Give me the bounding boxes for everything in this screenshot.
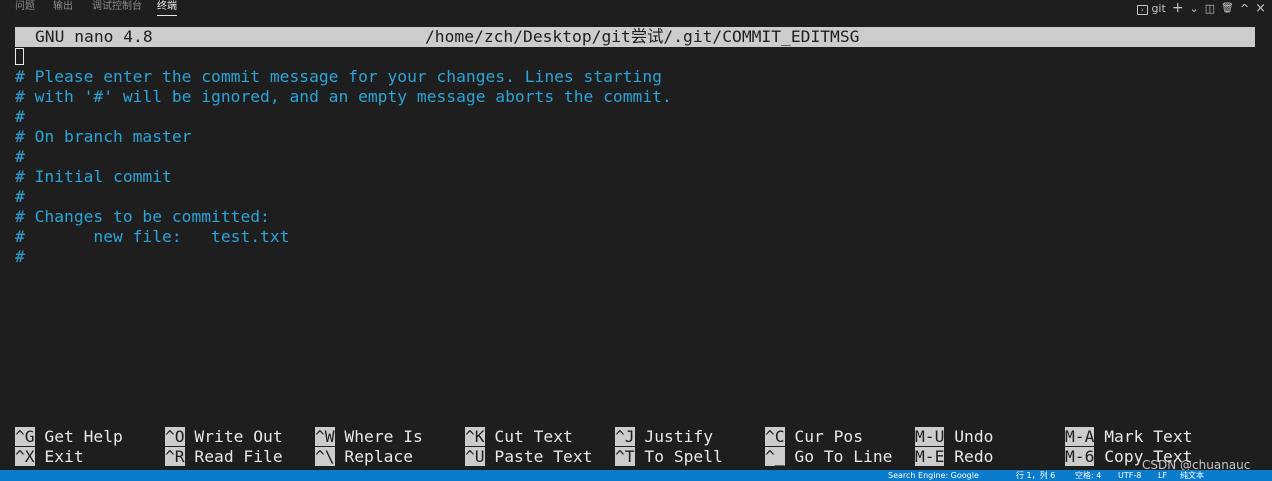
buffer-line: # On branch master bbox=[15, 127, 192, 146]
shortcut-label: Mark Text bbox=[1104, 427, 1193, 446]
shortcut-label: Undo bbox=[954, 427, 994, 446]
shortcut-label: Exit bbox=[44, 447, 84, 466]
shortcut-label: Redo bbox=[954, 447, 994, 466]
shortcut-to-spell: ^T To Spell bbox=[615, 447, 723, 467]
shortcut-mark-text: M-A Mark Text bbox=[1065, 427, 1192, 447]
buffer-line: # Initial commit bbox=[15, 167, 172, 186]
status-eol[interactable]: LF bbox=[1158, 470, 1167, 481]
shortcut-go-to-line: ^_ Go To Line bbox=[765, 447, 892, 467]
shortcut-paste-text: ^U Paste Text bbox=[465, 447, 592, 467]
file-path: /home/zch/Desktop/git尝试/.git/COMMIT_EDIT… bbox=[425, 27, 860, 46]
shell-label: git bbox=[1151, 1, 1166, 15]
shortcut-key: ^K bbox=[465, 427, 485, 446]
shortcut-label: Where Is bbox=[344, 427, 423, 446]
shortcut-key: M-U bbox=[915, 427, 945, 446]
shortcut-key: ^O bbox=[165, 427, 185, 446]
buffer-line: # Please enter the commit message for yo… bbox=[15, 67, 662, 86]
shortcut-get-help: ^G Get Help bbox=[15, 427, 123, 447]
buffer-line: # bbox=[15, 247, 25, 266]
panel-tab-bar: 问题 输出 调试控制台 终端 › git + ⌄ ◫ 🗑 ^ × bbox=[0, 0, 1272, 18]
shortcut-key: ^J bbox=[615, 427, 635, 446]
shortcut-key: ^W bbox=[315, 427, 335, 446]
status-language-mode[interactable]: 纯文本 bbox=[1180, 470, 1204, 481]
shortcut-label: Replace bbox=[344, 447, 414, 466]
split-terminal-icon[interactable]: ◫ bbox=[1205, 2, 1215, 15]
shortcut-label: Go To Line bbox=[794, 447, 893, 466]
shortcut-label: To Spell bbox=[644, 447, 723, 466]
shortcut-key: ^C bbox=[765, 427, 785, 446]
tab-terminal[interactable]: 终端 bbox=[157, 1, 177, 16]
shortcut-key: M-6 bbox=[1065, 447, 1095, 466]
buffer-line: # with '#' will be ignored, and an empty… bbox=[15, 87, 672, 106]
terminal-icon: › bbox=[1136, 4, 1148, 15]
tab-output[interactable]: 输出 bbox=[53, 1, 73, 15]
shortcut-key: ^\ bbox=[315, 447, 335, 466]
add-terminal-icon[interactable]: + bbox=[1172, 0, 1184, 16]
shortcut-key: M-A bbox=[1065, 427, 1095, 446]
shortcut-label: Cut Text bbox=[494, 427, 573, 446]
nano-title-bar: GNU nano 4.8 /home/zch/Desktop/git尝试/.gi… bbox=[15, 27, 1255, 47]
shortcut-label: Write Out bbox=[194, 427, 283, 446]
nano-editor-buffer[interactable]: # Please enter the commit message for yo… bbox=[15, 67, 672, 267]
shortcut-exit: ^X Exit bbox=[15, 447, 84, 467]
shortcut-label: Get Help bbox=[44, 427, 123, 446]
text-cursor bbox=[15, 48, 24, 65]
buffer-line: # bbox=[15, 147, 25, 166]
shortcut-key: ^T bbox=[615, 447, 635, 466]
shortcut-read-file: ^R Read File bbox=[165, 447, 283, 467]
shortcut-key: ^_ bbox=[765, 447, 785, 466]
shortcut-undo: M-U Undo bbox=[915, 427, 993, 447]
shortcut-label: Paste Text bbox=[494, 447, 593, 466]
buffer-line: # bbox=[15, 107, 25, 126]
shell-selector[interactable]: › git bbox=[1136, 1, 1166, 15]
status-indentation[interactable]: 空格: 4 bbox=[1075, 470, 1101, 481]
shortcut-justify: ^J Justify bbox=[615, 427, 713, 447]
shortcut-label: Cur Pos bbox=[794, 427, 864, 446]
shortcut-label: Read File bbox=[194, 447, 283, 466]
terminal-area[interactable]: GNU nano 4.8 /home/zch/Desktop/git尝试/.gi… bbox=[15, 27, 1255, 47]
buffer-line: # bbox=[15, 187, 25, 206]
shortcut-write-out: ^O Write Out bbox=[165, 427, 283, 447]
status-search-engine[interactable]: Search Engine: Google bbox=[888, 470, 979, 481]
shortcut-key: ^U bbox=[465, 447, 485, 466]
status-bar: Search Engine: Google 行 1，列 6 空格: 4 UTF-… bbox=[0, 470, 1272, 481]
shortcut-cur-pos: ^C Cur Pos bbox=[765, 427, 863, 447]
tab-debug-console[interactable]: 调试控制台 bbox=[92, 1, 142, 15]
chevron-down-icon[interactable]: ⌄ bbox=[1190, 2, 1199, 15]
terminal-toolbar: › git + ⌄ ◫ 🗑 ^ × bbox=[1136, 0, 1266, 16]
close-panel-icon[interactable]: × bbox=[1255, 1, 1266, 16]
buffer-line: # Changes to be committed: bbox=[15, 207, 270, 226]
tab-problems[interactable]: 问题 bbox=[15, 1, 35, 15]
shortcut-key: ^R bbox=[165, 447, 185, 466]
status-cursor-position[interactable]: 行 1，列 6 bbox=[1016, 470, 1055, 481]
shortcut-key: M-E bbox=[915, 447, 945, 466]
shortcut-cut-text: ^K Cut Text bbox=[465, 427, 573, 447]
trash-icon[interactable]: 🗑 bbox=[1221, 3, 1234, 14]
shortcut-key: ^G bbox=[15, 427, 35, 446]
shortcut-redo: M-E Redo bbox=[915, 447, 993, 467]
shortcut-key: ^X bbox=[15, 447, 35, 466]
shortcut-replace: ^\ Replace bbox=[315, 447, 413, 467]
status-encoding[interactable]: UTF-8 bbox=[1118, 470, 1141, 481]
buffer-line: # new file: test.txt bbox=[15, 227, 290, 246]
shortcut-label: Justify bbox=[644, 427, 714, 446]
maximize-panel-icon[interactable]: ^ bbox=[1240, 2, 1249, 15]
shortcut-where-is: ^W Where Is bbox=[315, 427, 423, 447]
nano-version: GNU nano 4.8 bbox=[35, 27, 153, 46]
